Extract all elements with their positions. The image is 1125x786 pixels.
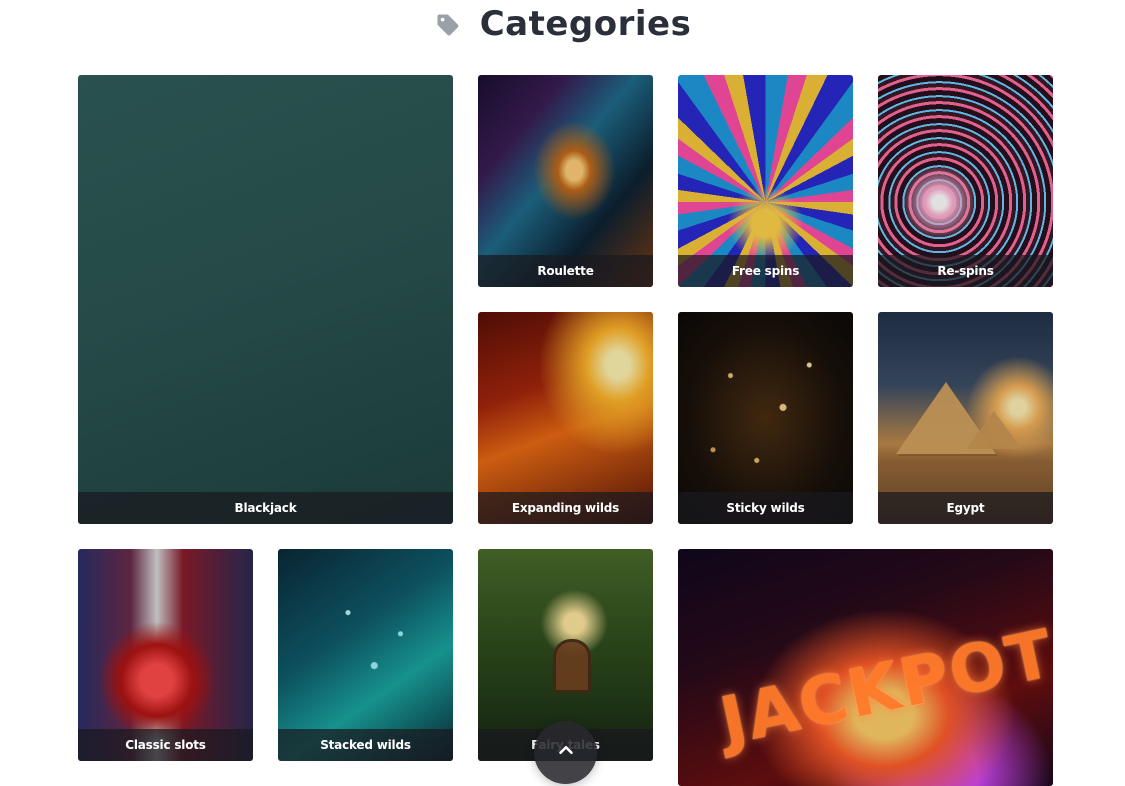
tile-overlay [78,75,453,524]
tile-caption: Expanding wilds [478,492,653,524]
tile-caption: Roulette [478,255,653,287]
category-tile-roulette[interactable]: Roulette [478,75,653,287]
scroll-to-top-button[interactable] [534,721,597,784]
page-title: Categories [479,4,692,44]
tile-caption: Free spins [678,255,853,287]
category-tile-sticky-wilds[interactable]: Sticky wilds [678,312,853,524]
category-tile-egypt[interactable]: Egypt [878,312,1053,524]
category-tile-classic-slots[interactable]: Classic slots [78,549,253,761]
categories-page: Categories Blackjack Roulette Free spins… [0,0,1125,786]
tile-caption: Stacked wilds [278,729,453,761]
tile-caption: Egypt [878,492,1053,524]
tag-icon [434,11,462,39]
category-tile-expanding-wilds[interactable]: Expanding wilds [478,312,653,524]
category-tile-jackpot[interactable]: JACKPOT [678,549,1053,786]
tile-caption: Re-spins [878,255,1053,287]
tile-caption: Sticky wilds [678,492,853,524]
category-tile-free-spins[interactable]: Free spins [678,75,853,287]
tile-caption: Classic slots [78,729,253,761]
chevron-up-icon [555,739,577,766]
tile-caption: Blackjack [78,492,453,524]
category-tile-stacked-wilds[interactable]: Stacked wilds [278,549,453,761]
category-tile-blackjack[interactable]: Blackjack [78,75,453,524]
category-tile-re-spins[interactable]: Re-spins [878,75,1053,287]
categories-header: Categories [0,0,1125,48]
